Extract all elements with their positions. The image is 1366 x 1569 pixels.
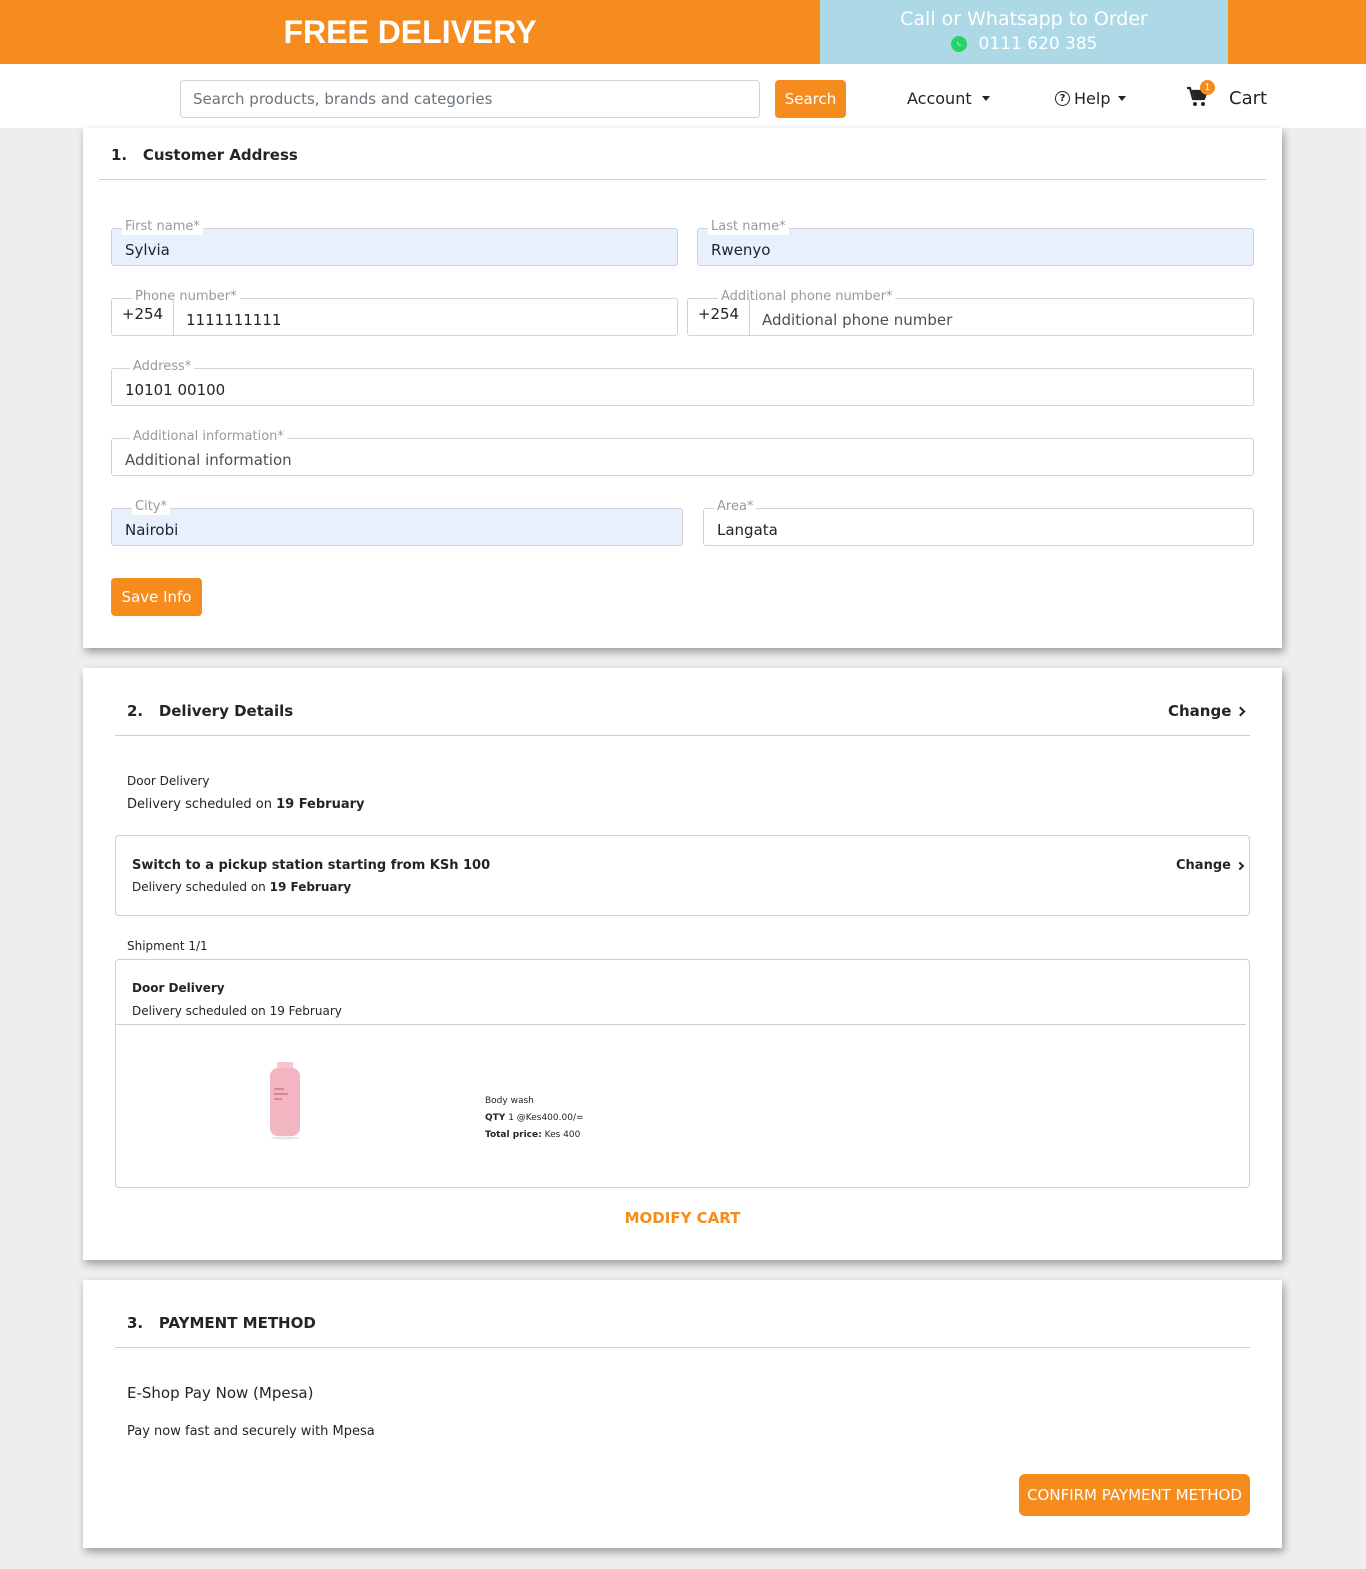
divider [99, 179, 1266, 180]
help-dropdown[interactable]: ? Help [1055, 89, 1127, 108]
change-pickup-link[interactable]: Change [1176, 858, 1245, 873]
change-delivery-link[interactable]: Change [1168, 702, 1246, 720]
product-qty: QTY 1 @Kes400.00/= [485, 1113, 584, 1123]
section-title: 2. Delivery Details [127, 702, 293, 720]
order-phone[interactable]: 0111 620 385 [979, 34, 1098, 54]
field-value: Rwenyo [711, 241, 771, 259]
field-value: Sylvia [125, 241, 170, 259]
total-value: Kes 400 [544, 1130, 581, 1140]
payment-option[interactable]: E-Shop Pay Now (Mpesa) [127, 1384, 313, 1402]
customer-address-card: 1. Customer Address First name* Sylvia L… [83, 128, 1282, 648]
field-label: Address* [130, 359, 195, 375]
first-name-field[interactable]: First name* Sylvia [111, 219, 678, 266]
section-title-text: Delivery Details [158, 702, 294, 720]
confirm-payment-button[interactable]: CONFIRM PAYMENT METHOD [1019, 1474, 1250, 1516]
field-value: Nairobi [125, 521, 179, 539]
free-delivery-text: FREE DELIVERY [283, 13, 537, 50]
city-field[interactable]: City* Nairobi [111, 499, 683, 546]
field-placeholder: Additional phone number [762, 311, 953, 329]
field-value: 1111111111 [186, 311, 282, 329]
chevron-right-icon [1235, 706, 1246, 716]
call-line: Call or Whatsapp to Order [900, 8, 1148, 30]
step-number: 1. [111, 146, 128, 164]
schedule-date: 19 February [276, 797, 365, 812]
product-image [270, 1062, 300, 1140]
delivery-schedule: Delivery scheduled on 19 February [127, 797, 365, 812]
payment-method-card: 3. PAYMENT METHOD E-Shop Pay Now (Mpesa)… [83, 1280, 1282, 1548]
section-title-text: Customer Address [142, 146, 298, 164]
payment-description: Pay now fast and securely with Mpesa [127, 1424, 375, 1439]
total-label: Total price: [485, 1130, 542, 1140]
product-name: Body wash [485, 1096, 534, 1106]
section-title: 1. Customer Address [111, 146, 298, 164]
save-info-button[interactable]: Save Info [111, 578, 202, 616]
country-code-prefix: +254 [688, 299, 750, 335]
help-label: Help [1074, 89, 1111, 108]
search-input[interactable] [180, 80, 760, 118]
field-label: Last name* [708, 219, 789, 235]
whatsapp-icon [950, 36, 967, 52]
qty-label: QTY [485, 1113, 506, 1123]
step-number: 3. [127, 1314, 144, 1332]
cart-link[interactable]: Cart [1229, 88, 1267, 109]
last-name-field[interactable]: Last name* Rwenyo [697, 219, 1254, 266]
schedule-prefix: Delivery scheduled on [132, 880, 266, 894]
shipment-box: Door Delivery Delivery scheduled on 19 F… [115, 959, 1250, 1188]
section-title-text: PAYMENT METHOD [158, 1314, 316, 1332]
country-code-prefix: +254 [112, 299, 174, 335]
chevron-right-icon [1235, 861, 1245, 870]
field-value: Langata [717, 521, 778, 539]
qty-value: 1 @Kes400.00/= [508, 1113, 584, 1123]
call-to-order: Call or Whatsapp to Order 0111 620 385 [820, 0, 1228, 64]
divider [115, 1347, 1250, 1348]
field-placeholder: Additional information [125, 451, 292, 469]
area-field[interactable]: Area* Langata [703, 499, 1254, 546]
change-label: Change [1176, 858, 1231, 873]
schedule-date: 19 February [269, 880, 352, 894]
field-label: First name* [122, 219, 203, 235]
shipment-schedule: Delivery scheduled on 19 February [132, 1004, 342, 1018]
field-label: City* [132, 499, 170, 515]
field-label: Additional information* [130, 429, 287, 445]
pickup-title: Switch to a pickup station starting from… [132, 858, 491, 873]
delivery-method: Door Delivery [127, 774, 210, 788]
divider [115, 735, 1250, 736]
account-label: Account [907, 89, 972, 108]
phone-number-field[interactable]: Phone number* +254 1111111111 [111, 289, 678, 336]
pickup-station-box: Switch to a pickup station starting from… [115, 835, 1250, 916]
cart-count-badge: 1 [1200, 80, 1215, 95]
modify-cart-link[interactable]: MODIFY CART [83, 1209, 1282, 1227]
divider [116, 1024, 1246, 1025]
schedule-prefix: Delivery scheduled on [127, 797, 272, 812]
product-total: Total price: Kes 400 [485, 1130, 580, 1140]
additional-info-field[interactable]: Additional information* Additional infor… [111, 429, 1254, 476]
pickup-schedule: Delivery scheduled on 19 February [132, 880, 351, 894]
step-number: 2. [127, 702, 144, 720]
field-value: 10101 00100 [125, 381, 226, 399]
cart-icon-wrap[interactable]: 1 [1186, 80, 1215, 110]
top-banner: FREE DELIVERY Call or Whatsapp to Order … [0, 0, 1366, 64]
section-title: 3. PAYMENT METHOD [127, 1314, 316, 1332]
help-circle-icon: ? [1055, 91, 1070, 106]
address-field[interactable]: Address* 10101 00100 [111, 359, 1254, 406]
shipment-label: Shipment 1/1 [127, 939, 208, 953]
search-button[interactable]: Search [775, 80, 846, 118]
shipment-method: Door Delivery [132, 981, 225, 995]
delivery-details-card: 2. Delivery Details Change Door Delivery… [83, 668, 1282, 1260]
field-label: Area* [714, 499, 757, 515]
additional-phone-field[interactable]: Additional phone number* +254 Additional… [687, 289, 1254, 336]
caret-down-icon [1118, 96, 1127, 101]
change-label: Change [1168, 702, 1232, 720]
navbar: Search Account ? Help 1 Cart [0, 64, 1366, 128]
account-dropdown[interactable]: Account [907, 89, 990, 108]
caret-down-icon [981, 96, 990, 101]
